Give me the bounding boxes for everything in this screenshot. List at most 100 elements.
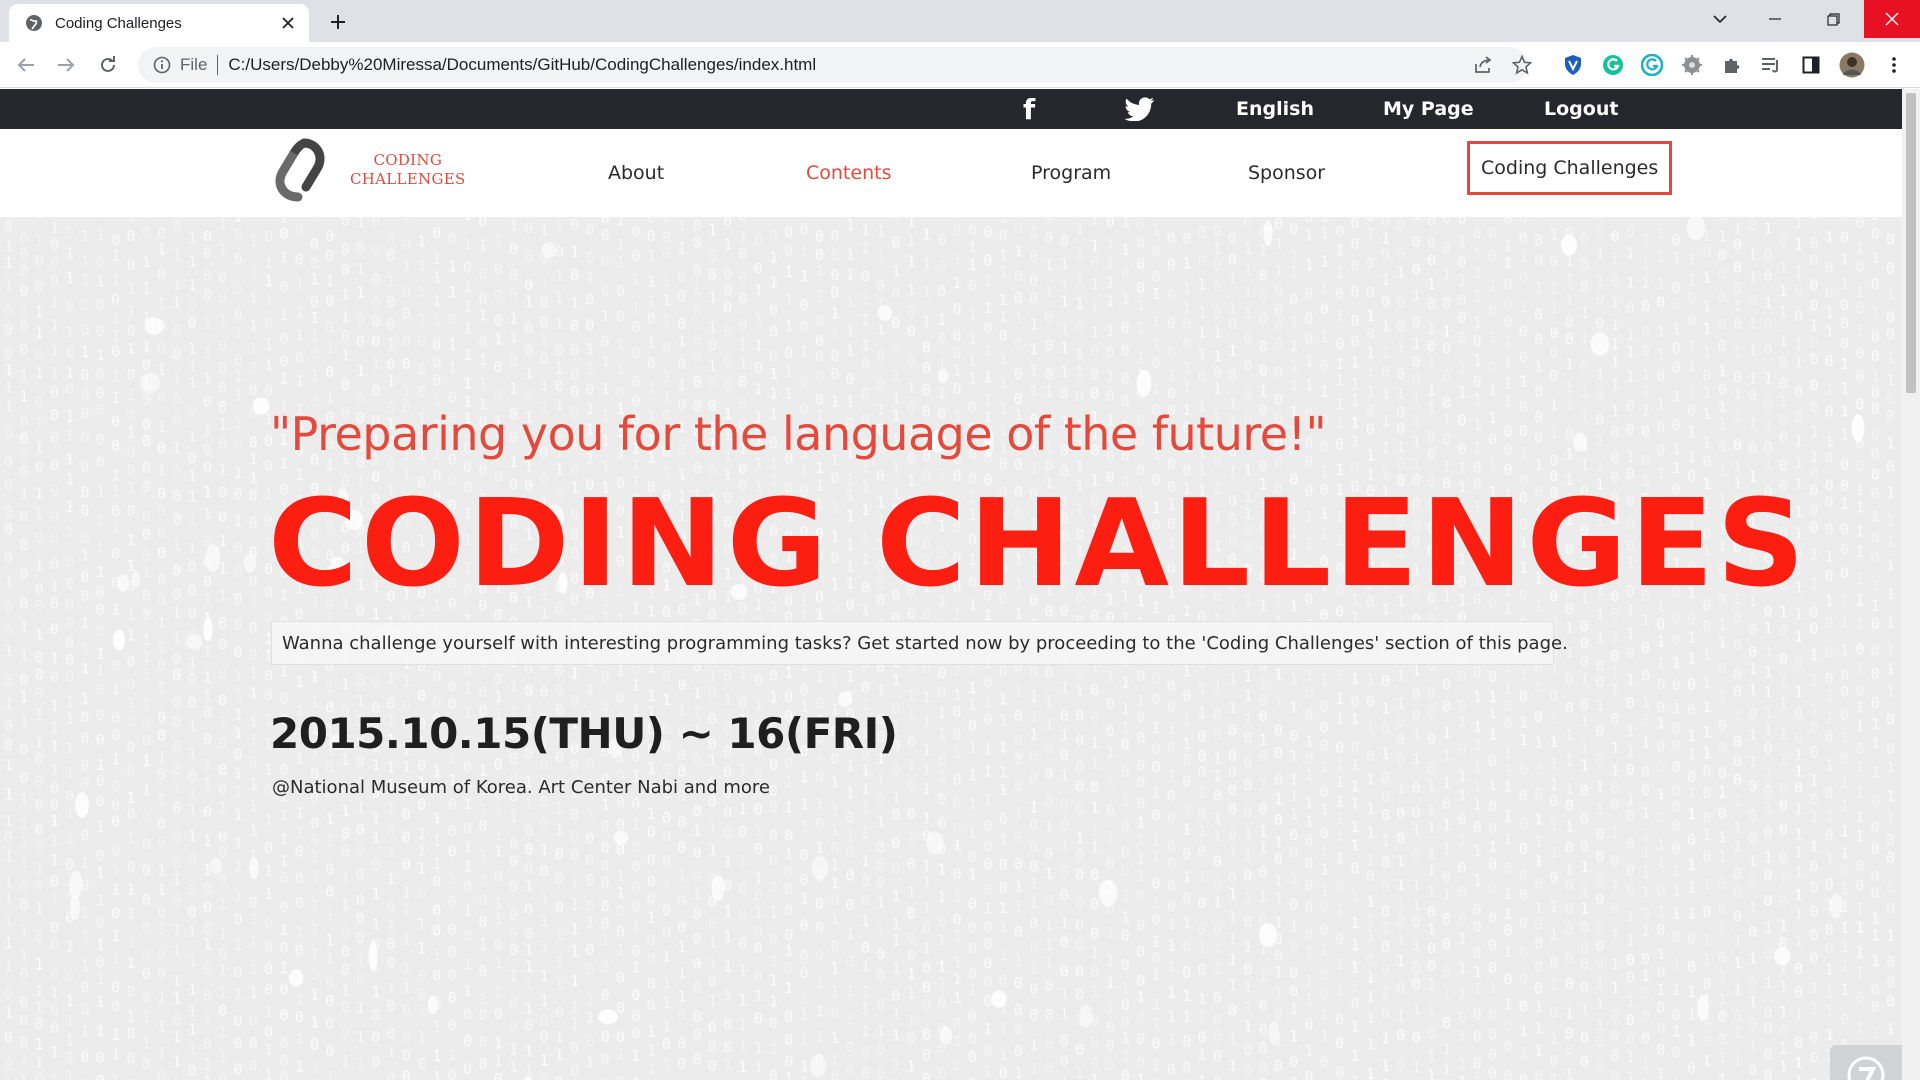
svg-text:1: 1 xyxy=(647,1023,656,1041)
svg-text:0: 0 xyxy=(524,248,533,266)
new-tab-icon[interactable] xyxy=(324,8,352,36)
svg-text:1: 1 xyxy=(1320,941,1329,959)
svg-text:1: 1 xyxy=(1580,858,1589,876)
info-icon[interactable] xyxy=(152,55,172,75)
nav-sponsor[interactable]: Sponsor xyxy=(1248,129,1325,217)
star-icon[interactable] xyxy=(1507,50,1537,80)
svg-text:0: 0 xyxy=(1396,420,1405,438)
svg-text:0: 0 xyxy=(494,1005,503,1023)
svg-text:0: 0 xyxy=(1259,310,1268,328)
svg-text:1: 1 xyxy=(784,773,793,791)
svg-text:0: 0 xyxy=(1748,829,1757,847)
facebook-icon[interactable]: f xyxy=(1023,89,1035,129)
logout-link[interactable]: Logout xyxy=(1544,89,1618,129)
svg-text:1: 1 xyxy=(1350,778,1359,796)
svg-text:0: 0 xyxy=(234,226,243,244)
svg-text:1: 1 xyxy=(1794,354,1803,372)
close-tab-icon[interactable] xyxy=(277,12,299,34)
svg-text:0: 0 xyxy=(1473,1005,1482,1023)
svg-text:0: 0 xyxy=(1794,407,1803,425)
svg-text:0: 0 xyxy=(601,1050,610,1068)
svg-text:0: 0 xyxy=(784,223,793,241)
svg-text:0: 0 xyxy=(1213,725,1222,743)
svg-text:0: 0 xyxy=(1580,955,1589,973)
svg-text:0: 0 xyxy=(1182,964,1191,982)
svg-text:0: 0 xyxy=(983,881,992,899)
svg-text:1: 1 xyxy=(325,678,334,696)
nav-contents[interactable]: Contents xyxy=(806,129,891,217)
svg-text:0: 0 xyxy=(1305,1068,1314,1080)
menu-kebab-icon[interactable] xyxy=(1880,51,1908,79)
svg-text:0: 0 xyxy=(555,377,564,395)
svg-text:0: 0 xyxy=(1121,264,1130,282)
svg-text:1: 1 xyxy=(830,773,839,791)
grammarly-alt-icon[interactable] xyxy=(1638,51,1666,79)
close-window-icon[interactable] xyxy=(1864,0,1920,38)
grammarly-icon[interactable] xyxy=(1599,51,1627,79)
svg-text:1: 1 xyxy=(1809,701,1818,719)
tab-search-icon[interactable] xyxy=(1702,0,1738,38)
url-text[interactable]: C:/Users/Debby%20Miressa/Documents/GitHu… xyxy=(228,55,816,75)
language-link[interactable]: English xyxy=(1236,89,1314,129)
svg-text:1: 1 xyxy=(1213,324,1222,342)
svg-text:1: 1 xyxy=(647,273,656,291)
svg-text:0: 0 xyxy=(1473,901,1482,919)
reload-icon[interactable] xyxy=(92,49,124,81)
share-icon[interactable] xyxy=(1468,50,1498,80)
svg-text:0: 0 xyxy=(1289,727,1298,745)
svg-text:0: 0 xyxy=(999,880,1008,898)
svg-text:0: 0 xyxy=(1458,412,1467,430)
nav-coding-challenges[interactable]: Coding Challenges xyxy=(1467,141,1673,195)
svg-text:0: 0 xyxy=(876,1064,885,1080)
svg-text:0: 0 xyxy=(1488,819,1497,837)
address-bar[interactable]: File C:/Users/Debby%20Miressa/Documents/… xyxy=(138,47,1528,83)
back-icon[interactable] xyxy=(10,49,42,81)
svg-text:1: 1 xyxy=(1060,985,1069,1003)
svg-text:1: 1 xyxy=(126,478,135,496)
puzzle-icon[interactable] xyxy=(1718,51,1746,79)
svg-text:0: 0 xyxy=(1274,364,1283,382)
svg-text:1: 1 xyxy=(1366,988,1375,1006)
svg-text:0: 0 xyxy=(570,217,579,234)
profile-avatar-icon[interactable] xyxy=(1838,51,1866,79)
svg-text:1: 1 xyxy=(800,1074,809,1080)
reading-list-icon[interactable] xyxy=(1757,51,1785,79)
side-panel-icon[interactable] xyxy=(1797,51,1825,79)
restore-icon[interactable] xyxy=(1810,0,1856,38)
nav-program[interactable]: Program xyxy=(1031,129,1111,217)
twitter-icon[interactable] xyxy=(1125,89,1155,129)
svg-text:0: 0 xyxy=(601,838,610,856)
scrollbar-thumb[interactable] xyxy=(1906,93,1916,393)
minimize-icon[interactable] xyxy=(1752,0,1798,38)
svg-text:0: 0 xyxy=(1641,781,1650,799)
my-page-link[interactable]: My Page xyxy=(1383,89,1474,129)
svg-text:0: 0 xyxy=(96,431,105,449)
browser-tab[interactable]: Coding Challenges xyxy=(9,4,309,42)
svg-text:1: 1 xyxy=(172,369,181,387)
svg-text:1: 1 xyxy=(1519,248,1528,266)
gear-extension-icon[interactable] xyxy=(1678,51,1706,79)
forward-icon[interactable] xyxy=(50,49,82,81)
svg-text:0: 0 xyxy=(1014,1042,1023,1060)
svg-text:1: 1 xyxy=(1350,710,1359,728)
svg-text:0: 0 xyxy=(738,269,747,287)
svg-text:0: 0 xyxy=(861,678,870,696)
svg-text:0: 0 xyxy=(570,317,579,335)
svg-text:1: 1 xyxy=(1182,913,1191,931)
svg-text:0: 0 xyxy=(142,547,151,565)
svg-text:1: 1 xyxy=(1825,960,1834,978)
shield-extension-icon[interactable] xyxy=(1559,51,1587,79)
svg-text:1: 1 xyxy=(784,979,793,997)
svg-text:0: 0 xyxy=(1442,367,1451,385)
svg-text:1: 1 xyxy=(861,912,870,930)
svg-text:1: 1 xyxy=(1687,251,1696,269)
svg-text:1: 1 xyxy=(1274,262,1283,280)
nav-about[interactable]: About xyxy=(608,129,664,217)
page-scrollbar[interactable] xyxy=(1902,89,1920,1080)
floating-widget-icon[interactable] xyxy=(1830,1045,1902,1080)
site-logo[interactable]: CODING CHALLENGES xyxy=(270,137,466,203)
svg-text:0: 0 xyxy=(1427,252,1436,270)
svg-text:0: 0 xyxy=(1488,1026,1497,1044)
svg-text:0: 0 xyxy=(647,932,656,950)
svg-text:1: 1 xyxy=(1090,299,1099,317)
